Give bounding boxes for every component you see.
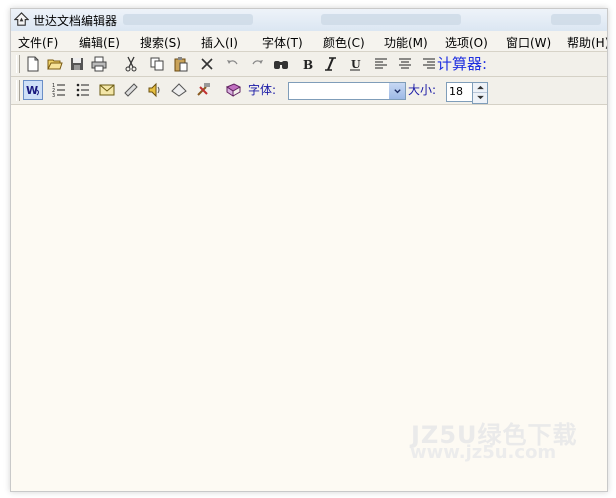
menu-help[interactable]: 帮助(H) bbox=[567, 34, 607, 51]
eraser-icon[interactable] bbox=[169, 80, 189, 100]
undo-icon[interactable] bbox=[223, 54, 243, 74]
delete-icon[interactable] bbox=[197, 54, 217, 74]
bullet-list-icon[interactable] bbox=[73, 80, 93, 100]
window-title: 世达文档编辑器 bbox=[33, 14, 118, 28]
svg-text:3: 3 bbox=[52, 93, 55, 98]
open-folder-icon[interactable] bbox=[45, 54, 65, 74]
italic-icon[interactable] bbox=[321, 54, 341, 74]
watermark-url: www.jz5u.com bbox=[410, 442, 557, 463]
toolbar-grip[interactable] bbox=[16, 80, 20, 101]
numbered-list-icon[interactable]: 123 bbox=[49, 80, 69, 100]
mail-icon[interactable] bbox=[97, 80, 117, 100]
app-window: 世达文档编辑器 文件(F) 编辑(E) 搜索(S) 插入(I) 字体(T) 颜色… bbox=[10, 8, 608, 492]
underline-icon[interactable]: U bbox=[345, 54, 365, 74]
copy-icon[interactable] bbox=[147, 54, 167, 74]
size-input[interactable]: 18 bbox=[446, 82, 474, 102]
blurred-tab bbox=[321, 14, 461, 25]
size-value: 18 bbox=[449, 85, 463, 98]
tools-icon[interactable] bbox=[193, 80, 213, 100]
ruler-icon[interactable] bbox=[121, 80, 141, 100]
menu-insert[interactable]: 插入(I) bbox=[201, 34, 238, 51]
menu-function[interactable]: 功能(M) bbox=[384, 34, 428, 51]
bold-icon[interactable]: B bbox=[297, 54, 317, 74]
blurred-tab bbox=[551, 14, 601, 25]
align-left-icon[interactable] bbox=[371, 54, 391, 74]
menu-font[interactable]: 字体(T) bbox=[262, 34, 303, 51]
menu-file[interactable]: 文件(F) bbox=[18, 34, 58, 51]
menu-edit[interactable]: 编辑(E) bbox=[79, 34, 120, 51]
find-icon[interactable] bbox=[271, 54, 291, 74]
save-icon[interactable] bbox=[67, 54, 87, 74]
menu-options[interactable]: 选项(O) bbox=[445, 34, 488, 51]
size-stepper[interactable] bbox=[472, 82, 488, 104]
menu-search[interactable]: 搜索(S) bbox=[140, 34, 181, 51]
calculator-label[interactable]: 计算器: bbox=[437, 53, 487, 74]
book-icon[interactable] bbox=[223, 80, 243, 100]
svg-text:W: W bbox=[26, 84, 38, 97]
toolbar-grip[interactable] bbox=[16, 55, 20, 73]
menu-color[interactable]: 颜色(C) bbox=[323, 34, 365, 51]
align-right-icon[interactable] bbox=[419, 54, 439, 74]
svg-text:B: B bbox=[303, 58, 313, 72]
size-label: 大小: bbox=[408, 83, 437, 97]
paste-icon[interactable] bbox=[171, 54, 191, 74]
word-wrap-icon[interactable]: W bbox=[23, 80, 43, 100]
svg-text:U: U bbox=[351, 58, 361, 71]
redo-icon[interactable] bbox=[247, 54, 267, 74]
title-bar[interactable]: 世达文档编辑器 bbox=[11, 9, 607, 31]
app-logo-icon bbox=[13, 12, 30, 27]
blurred-tab bbox=[123, 14, 253, 25]
align-center-icon[interactable] bbox=[395, 54, 415, 74]
print-icon[interactable] bbox=[89, 54, 109, 74]
chevron-down-icon[interactable] bbox=[389, 83, 405, 99]
stepper-up-icon[interactable] bbox=[473, 83, 487, 92]
speaker-icon[interactable] bbox=[145, 80, 165, 100]
cut-icon[interactable] bbox=[121, 54, 141, 74]
font-select[interactable] bbox=[288, 82, 406, 100]
menu-window[interactable]: 窗口(W) bbox=[506, 34, 551, 51]
stepper-down-icon[interactable] bbox=[473, 92, 487, 102]
format-toolbar: W 123 字体: 大小: 18 bbox=[11, 77, 607, 105]
standard-toolbar: B U 计算器: bbox=[11, 52, 607, 77]
font-label: 字体: bbox=[248, 83, 277, 97]
new-file-icon[interactable] bbox=[23, 54, 43, 74]
menu-bar: 文件(F) 编辑(E) 搜索(S) 插入(I) 字体(T) 颜色(C) 功能(M… bbox=[11, 31, 607, 52]
